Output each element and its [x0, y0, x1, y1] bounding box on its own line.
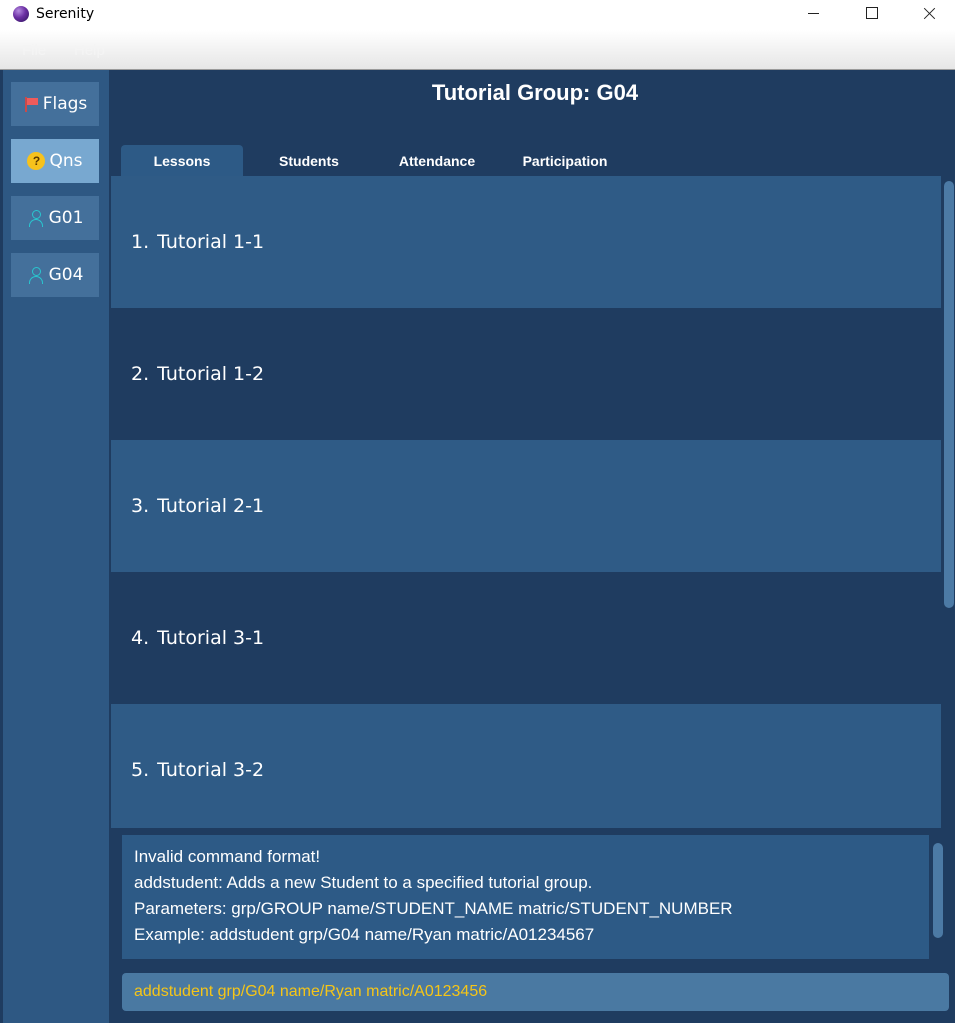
person-icon: [27, 266, 45, 284]
tab-lessons[interactable]: Lessons: [121, 145, 243, 176]
lesson-name: Tutorial 1-1: [157, 231, 265, 253]
lesson-index: 1.: [131, 231, 150, 253]
close-button[interactable]: [900, 0, 955, 30]
result-display: Invalid command format! addstudent: Adds…: [122, 835, 929, 959]
title-bar: Serenity: [0, 0, 955, 30]
sidebar-item-qns[interactable]: ? Qns: [11, 139, 99, 183]
sidebar: Flags ? Qns G01 G04: [3, 70, 109, 1023]
lesson-name: Tutorial 3-2: [157, 759, 265, 781]
menu-help[interactable]: Help: [74, 42, 105, 59]
sidebar-item-flags[interactable]: Flags: [11, 82, 99, 126]
tab-participation[interactable]: Participation: [504, 145, 626, 176]
result-line: Parameters: grp/GROUP name/STUDENT_NAME …: [134, 899, 733, 918]
sidebar-item-label: Flags: [42, 94, 88, 114]
menu-bar: File Help: [0, 30, 955, 70]
menu-file[interactable]: File: [22, 42, 46, 59]
person-icon: [27, 209, 45, 227]
list-item[interactable]: 1. Tutorial 1-1: [111, 176, 941, 308]
result-line: addstudent: Adds a new Student to a spec…: [134, 873, 593, 892]
flag-icon: [23, 96, 39, 112]
minimize-button[interactable]: [784, 0, 842, 30]
sidebar-item-g04[interactable]: G04: [11, 253, 99, 297]
list-item[interactable]: 3. Tutorial 2-1: [111, 440, 941, 572]
app-logo-icon: [13, 6, 29, 22]
sidebar-item-label: Qns: [49, 151, 83, 171]
maximize-button[interactable]: [842, 0, 900, 30]
tab-attendance[interactable]: Attendance: [376, 145, 498, 176]
question-icon: ?: [27, 152, 46, 170]
sidebar-item-g01[interactable]: G01: [11, 196, 99, 240]
list-item[interactable]: 2. Tutorial 1-2: [111, 308, 941, 440]
command-input[interactable]: [134, 983, 937, 1001]
tab-students[interactable]: Students: [248, 145, 370, 176]
lesson-name: Tutorial 1-2: [157, 363, 265, 385]
window-title: Serenity: [36, 6, 95, 22]
result-line: Invalid command format!: [134, 847, 321, 866]
sidebar-item-label: G01: [48, 208, 84, 228]
lesson-name: Tutorial 2-1: [157, 495, 265, 517]
list-item[interactable]: 5. Tutorial 3-2: [111, 704, 941, 828]
lesson-index: 5.: [131, 759, 150, 781]
lesson-index: 4.: [131, 627, 150, 649]
lesson-index: 2.: [131, 363, 150, 385]
lesson-name: Tutorial 3-1: [157, 627, 265, 649]
result-line: Example: addstudent grp/G04 name/Ryan ma…: [134, 925, 595, 944]
result-scrollbar[interactable]: [933, 843, 943, 938]
page-title: Tutorial Group: G04: [431, 80, 639, 105]
list-item[interactable]: 4. Tutorial 3-1: [111, 572, 941, 704]
lesson-index: 3.: [131, 495, 150, 517]
lesson-scrollbar[interactable]: [944, 181, 954, 608]
command-box[interactable]: [122, 973, 949, 1011]
lesson-list[interactable]: 1. Tutorial 1-1 2. Tutorial 1-2 3. Tutor…: [111, 176, 941, 828]
sidebar-item-label: G04: [48, 265, 84, 285]
